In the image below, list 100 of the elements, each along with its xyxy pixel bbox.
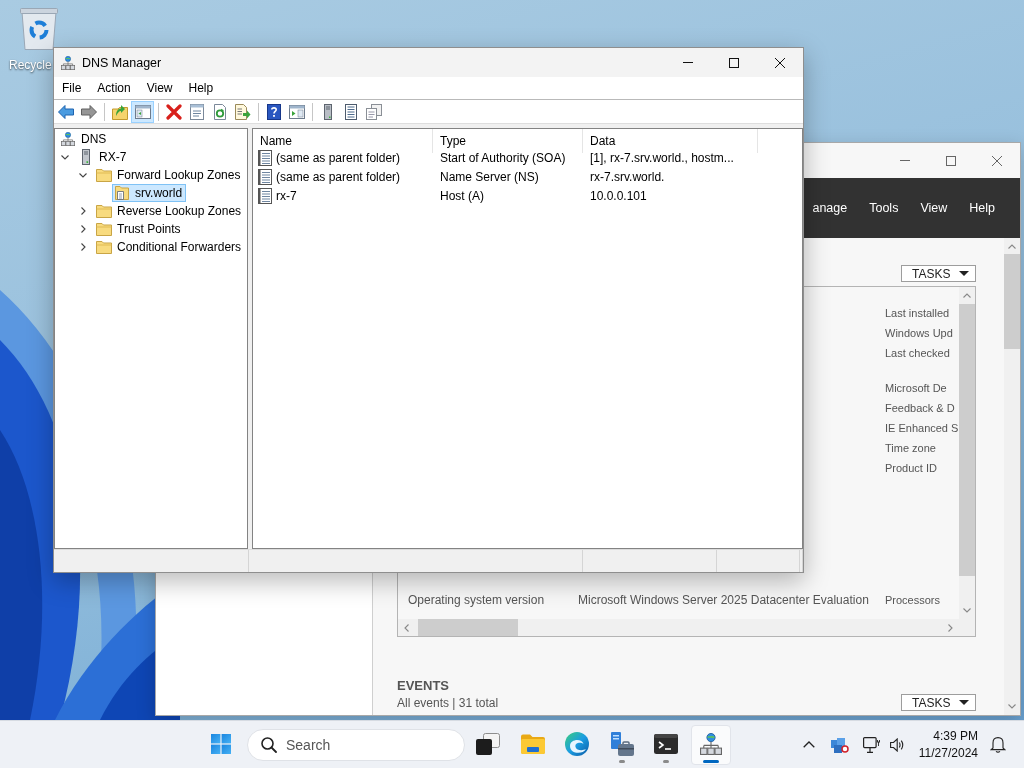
- tasks-button[interactable]: TASKS: [901, 694, 976, 711]
- menu-item[interactable]: File: [54, 77, 90, 99]
- menu-item[interactable]: Help: [969, 201, 995, 215]
- table-cell-text: Name Server (NS): [439, 169, 540, 184]
- server-icon: [82, 149, 90, 165]
- menu-item[interactable]: View: [138, 77, 181, 99]
- window-left-pane-icon: [134, 103, 151, 120]
- menu-item[interactable]: Action: [89, 77, 139, 99]
- table-cell-text: [1], rx-7.srv.world., hostm...: [589, 150, 735, 165]
- scrollbar-thumb[interactable]: [959, 304, 975, 576]
- property-label: Product ID: [885, 461, 938, 476]
- maximize-icon: [729, 57, 739, 68]
- chevron-right-icon[interactable]: [80, 243, 86, 251]
- window-title: DNS Manager: [82, 55, 163, 70]
- blocks-alert-icon: [830, 736, 849, 753]
- console-tree-button[interactable]: [131, 100, 154, 123]
- tree-item[interactable]: Reverse Lookup Zones: [94, 202, 246, 220]
- scrollbar[interactable]: [959, 287, 975, 619]
- search-field[interactable]: Search: [247, 728, 465, 761]
- tree-item[interactable]: RX-7: [76, 148, 131, 166]
- network-tree-icon: [61, 132, 75, 146]
- minimize-icon: [683, 62, 693, 63]
- network-tree-icon: [699, 732, 722, 755]
- window-right-pane-icon: [288, 103, 305, 120]
- tree-item[interactable]: srv.world: [112, 184, 187, 202]
- chevron-down-icon[interactable]: [61, 154, 69, 160]
- recycle-bin-icon: [20, 8, 58, 50]
- scrollbar-thumb[interactable]: [418, 619, 518, 636]
- record-icon: [258, 149, 272, 166]
- chevron-up-icon: [802, 741, 815, 748]
- folder-icon: [96, 204, 112, 218]
- clock[interactable]: 4:39 PM 11/27/2024: [912, 724, 984, 765]
- maximize-icon: [946, 155, 956, 166]
- chevron-right-icon[interactable]: [80, 225, 86, 233]
- browser-icon: [565, 731, 589, 756]
- monitor-icon: [863, 736, 881, 753]
- tree-item[interactable]: Trust Points: [94, 220, 185, 238]
- property-label: Operating system version: [408, 592, 546, 609]
- scroll-up-icon[interactable]: [963, 293, 971, 298]
- scroll-down-icon[interactable]: [963, 608, 971, 613]
- folder-icon: [96, 168, 112, 182]
- property-value: Processors: [885, 593, 942, 608]
- scrollbar-thumb[interactable]: [1004, 254, 1020, 349]
- chevron-right-icon[interactable]: [80, 207, 86, 215]
- scroll-down-icon[interactable]: [1008, 704, 1016, 709]
- property-label: IE Enhanced S: [885, 421, 959, 436]
- tree-item[interactable]: DNS: [58, 130, 111, 148]
- property-label: Feedback & D: [885, 401, 956, 416]
- overlapping-windows-icon: [476, 732, 500, 755]
- table-cell-text: rx-7.srv.world.: [589, 169, 666, 184]
- menu-item[interactable]: Help: [180, 77, 222, 99]
- close-icon: [992, 155, 1002, 166]
- folder-up-icon: [111, 103, 128, 120]
- scrollbar[interactable]: [1004, 238, 1020, 715]
- folder-icon: [96, 240, 112, 254]
- table-cell-text: Start of Authority (SOA): [439, 150, 567, 165]
- delete-icon: [165, 103, 182, 120]
- search-icon: [261, 736, 277, 753]
- property-value: Microsoft Windows Server 2025 Datacenter Evaluation: [578, 592, 870, 609]
- dns-manager-button[interactable]: [690, 724, 731, 765]
- record-list-icon: [342, 103, 359, 120]
- caret-down-icon: [959, 700, 969, 705]
- forward-arrow-icon: [80, 103, 97, 120]
- property-label: Windows Upd: [885, 326, 954, 341]
- property-label: Last installed: [885, 306, 951, 321]
- menu-item[interactable]: anage: [812, 201, 848, 215]
- property-label: Microsoft De: [885, 381, 948, 396]
- caret-down-icon: [959, 271, 969, 276]
- folder-document-icon: [115, 186, 129, 200]
- folder-icon: [520, 733, 545, 754]
- export-list-icon: [234, 103, 251, 120]
- minimize-icon: [900, 160, 910, 161]
- menu-item[interactable]: Tools: [869, 201, 899, 215]
- help-icon: [265, 103, 282, 120]
- close-icon: [775, 57, 785, 68]
- scroll-right-icon[interactable]: [948, 623, 953, 632]
- table-cell: (same as parent folder): [276, 169, 401, 184]
- scrollbar[interactable]: [398, 619, 959, 636]
- tree-item[interactable]: Conditional Forwarders: [94, 238, 246, 256]
- folder-icon: [96, 222, 112, 236]
- scroll-left-icon[interactable]: [404, 623, 409, 632]
- back-arrow-icon: [57, 103, 74, 120]
- table-cell: rx-7: [276, 188, 297, 203]
- copy-icon: [365, 103, 382, 120]
- tasks-button[interactable]: TASKS: [901, 265, 976, 282]
- refresh-icon: [211, 103, 228, 120]
- section-title: EVENTS: [397, 677, 450, 694]
- server-toolbox-icon: [609, 731, 634, 756]
- bell-icon: [990, 736, 1006, 753]
- menu-item[interactable]: View: [920, 201, 948, 215]
- windows-logo-icon: [211, 733, 231, 754]
- property-label: Time zone: [885, 441, 937, 456]
- property-label: Last checked: [885, 346, 951, 361]
- chevron-down-icon[interactable]: [79, 172, 87, 178]
- scroll-up-icon[interactable]: [1008, 244, 1016, 249]
- network-tree-icon: [61, 55, 75, 70]
- tree-item[interactable]: Forward Lookup Zones: [94, 166, 245, 184]
- record-icon: [258, 187, 272, 204]
- record-icon: [258, 168, 272, 185]
- terminal-icon: [654, 733, 678, 754]
